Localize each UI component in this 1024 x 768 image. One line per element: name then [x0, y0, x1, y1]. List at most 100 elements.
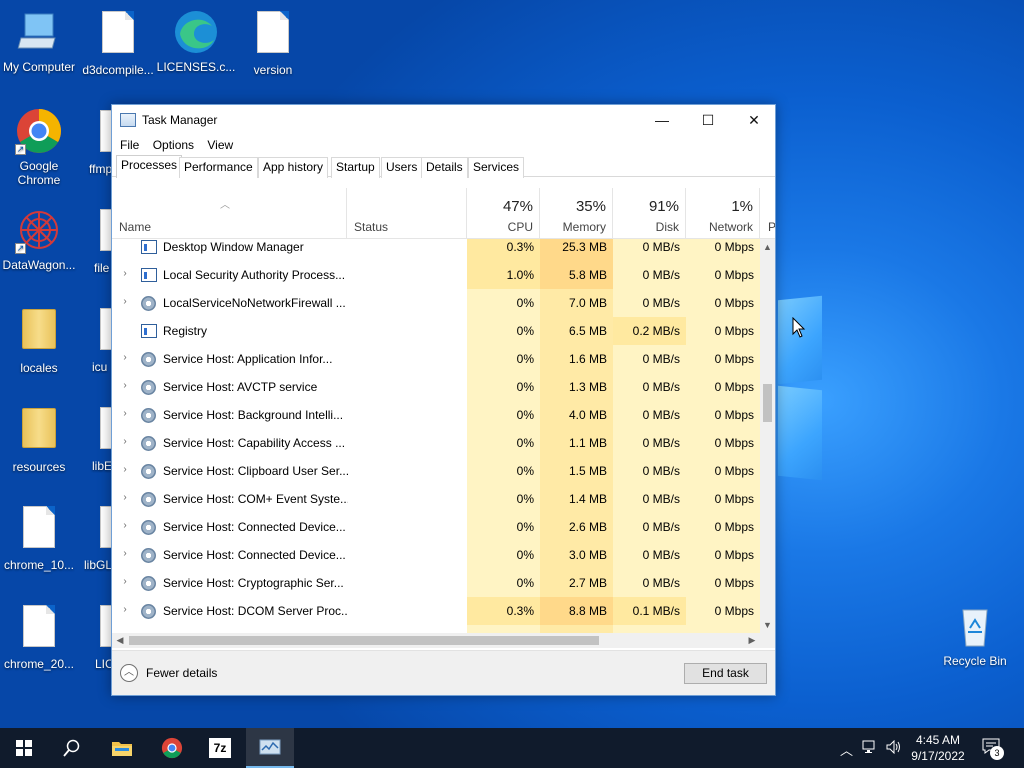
- expand-chevron-icon[interactable]: ›: [120, 604, 130, 615]
- column-header-network[interactable]: 1% Network: [686, 188, 760, 239]
- horizontal-scrollbar[interactable]: ◀ ▶: [112, 633, 760, 648]
- column-header-memory[interactable]: 35% Memory: [540, 188, 613, 239]
- process-cpu: 0%: [467, 457, 540, 485]
- show-hidden-icons-icon[interactable]: ︿: [840, 740, 853, 759]
- tab-startup[interactable]: Startup: [331, 157, 380, 178]
- process-cpu: 0%: [467, 541, 540, 569]
- desktop-icon-label: icu: [92, 360, 108, 374]
- desktop-icon-google-chrome[interactable]: ↗ Google Chrome: [0, 107, 79, 187]
- process-row[interactable]: › Service Host: AVCTP service 0% 1.3 MB 0 MB…: [112, 373, 760, 401]
- process-row[interactable]: Registry 0% 6.5 MB 0.2 MB/s 0 Mbps: [112, 317, 760, 345]
- file-icon: [84, 605, 112, 653]
- desktop-icon-icu[interactable]: icu: [84, 305, 112, 374]
- scroll-down-icon[interactable]: ▼: [760, 617, 775, 633]
- process-row[interactable]: › Local Security Authority Process... 1.0%…: [112, 261, 760, 289]
- column-header-power[interactable]: P: [760, 188, 775, 239]
- 7zip-button[interactable]: 7z: [196, 728, 244, 768]
- computer-icon: [15, 8, 63, 56]
- desktop-icon-recycle-bin[interactable]: Recycle Bin: [935, 602, 1015, 668]
- process-row[interactable]: › Service Host: Background Intelli... 0% 4.…: [112, 401, 760, 429]
- desktop-icon-libegl[interactable]: libE: [84, 404, 112, 473]
- desktop-icon-datawagon[interactable]: ↗ DataWagon...: [0, 206, 79, 272]
- desktop-icon-licenses[interactable]: LICENSES.c...: [156, 8, 236, 74]
- title-bar[interactable]: Task Manager — ☐ ✕: [112, 105, 775, 135]
- minimize-button[interactable]: —: [639, 105, 685, 135]
- desktop-icon-version[interactable]: version: [233, 8, 313, 77]
- tab-app-history[interactable]: App history: [258, 157, 329, 178]
- desktop-icon-lic[interactable]: LIC: [84, 602, 112, 671]
- desktop-icon-file[interactable]: file: [84, 206, 112, 275]
- chevron-up-icon[interactable]: ︿: [120, 664, 138, 682]
- scroll-right-icon[interactable]: ▶: [744, 633, 760, 648]
- process-row[interactable]: › Service Host: Capability Access ... 0% 1.…: [112, 429, 760, 457]
- menu-view[interactable]: View: [207, 135, 237, 152]
- process-row[interactable]: › Service Host: Connected Device... 0% 2.6 …: [112, 513, 760, 541]
- desktop-icon-d3dcompiler[interactable]: d3dcompile...: [78, 8, 158, 77]
- desktop-icon-chrome-20[interactable]: chrome_20...: [0, 602, 79, 671]
- expand-chevron-icon[interactable]: ›: [120, 492, 130, 503]
- process-row[interactable]: › Service Host: Application Infor... 0% 1.6…: [112, 345, 760, 373]
- tab-details[interactable]: Details: [421, 157, 468, 178]
- clock[interactable]: 4:45 AM 9/17/2022: [900, 732, 976, 764]
- close-button[interactable]: ✕: [731, 105, 777, 135]
- recycle-bin-icon: [951, 602, 999, 650]
- expand-chevron-icon[interactable]: ›: [120, 436, 130, 447]
- expand-chevron-icon[interactable]: ›: [120, 520, 130, 531]
- scroll-left-icon[interactable]: ◀: [112, 633, 128, 648]
- process-memory: 8.8 MB: [540, 597, 613, 625]
- desktop-icon-chrome-10[interactable]: chrome_10...: [0, 503, 79, 572]
- maximize-button[interactable]: ☐: [685, 105, 731, 135]
- menu-file[interactable]: File: [120, 135, 143, 152]
- tab-processes[interactable]: Processes: [116, 155, 183, 178]
- column-header-cpu[interactable]: 47% CPU: [467, 188, 540, 239]
- chrome-button[interactable]: [148, 728, 196, 768]
- column-header-status[interactable]: Status: [347, 188, 467, 239]
- end-task-button[interactable]: End task: [684, 663, 767, 684]
- process-row[interactable]: › Service Host: DCOM Server Proc... 0.3% 8.…: [112, 597, 760, 625]
- fewer-details-link[interactable]: Fewer details: [146, 666, 217, 680]
- tab-services[interactable]: Services: [468, 157, 525, 178]
- process-cpu: 0%: [467, 429, 540, 457]
- process-row[interactable]: › Service Host: COM+ Event Syste... 0% 1.4 …: [112, 485, 760, 513]
- process-network: 0 Mbps: [686, 401, 760, 429]
- scroll-thumb[interactable]: [763, 384, 772, 422]
- expand-chevron-icon[interactable]: ›: [120, 464, 130, 475]
- desktop-icon-ffmpeg[interactable]: ffmp: [84, 107, 112, 176]
- process-row[interactable]: › LocalServiceNoNetworkFirewall ... 0% 7.0 …: [112, 289, 760, 317]
- desktop-icon-resources[interactable]: resources: [0, 404, 79, 474]
- network-icon[interactable]: [862, 740, 878, 757]
- process-row[interactable]: › Service Host: Cryptographic Ser... 0% 2.7…: [112, 569, 760, 597]
- tab-performance[interactable]: Performance: [179, 157, 258, 178]
- process-row[interactable]: Desktop Window Manager 0.3% 25.3 MB 0 MB/s 0…: [112, 239, 760, 261]
- process-row[interactable]: › Service Host: Clipboard User Ser... 0% 1.…: [112, 457, 760, 485]
- tab-strip: Processes Performance App history Startu…: [112, 155, 775, 178]
- 7zip-icon: 7z: [209, 738, 231, 758]
- column-header-disk[interactable]: 91% Disk: [613, 188, 686, 239]
- tab-users[interactable]: Users: [381, 157, 423, 178]
- file-icon: [15, 605, 63, 653]
- desktop-icon-libgl[interactable]: libGL: [84, 503, 112, 572]
- expand-chevron-icon[interactable]: ›: [120, 352, 130, 363]
- task-manager-button[interactable]: [246, 728, 294, 768]
- expand-chevron-icon[interactable]: ›: [120, 380, 130, 391]
- scroll-thumb[interactable]: [129, 636, 599, 645]
- expand-chevron-icon[interactable]: ›: [120, 296, 130, 307]
- expand-chevron-icon[interactable]: ›: [120, 408, 130, 419]
- desktop-icon-locales[interactable]: locales: [0, 305, 79, 375]
- menu-options[interactable]: Options: [153, 135, 198, 152]
- column-header-name[interactable]: Name: [112, 188, 347, 239]
- file-explorer-button[interactable]: [98, 728, 146, 768]
- start-button[interactable]: [0, 728, 48, 768]
- process-network: 0 Mbps: [686, 239, 760, 261]
- desktop-icon-my-computer[interactable]: My Computer: [0, 8, 79, 74]
- expand-chevron-icon[interactable]: ›: [120, 268, 130, 279]
- search-button[interactable]: [48, 728, 96, 768]
- task-manager-icon: [120, 113, 136, 127]
- process-row[interactable]: › Service Host: Connected Device... 0% 3.0 …: [112, 541, 760, 569]
- scroll-up-icon[interactable]: ▲: [760, 239, 775, 255]
- expand-chevron-icon[interactable]: ›: [120, 576, 130, 587]
- process-memory: 2.6 MB: [540, 513, 613, 541]
- expand-chevron-icon[interactable]: ›: [120, 548, 130, 559]
- vertical-scrollbar[interactable]: ▲ ▼: [760, 239, 775, 633]
- process-network: 0 Mbps: [686, 569, 760, 597]
